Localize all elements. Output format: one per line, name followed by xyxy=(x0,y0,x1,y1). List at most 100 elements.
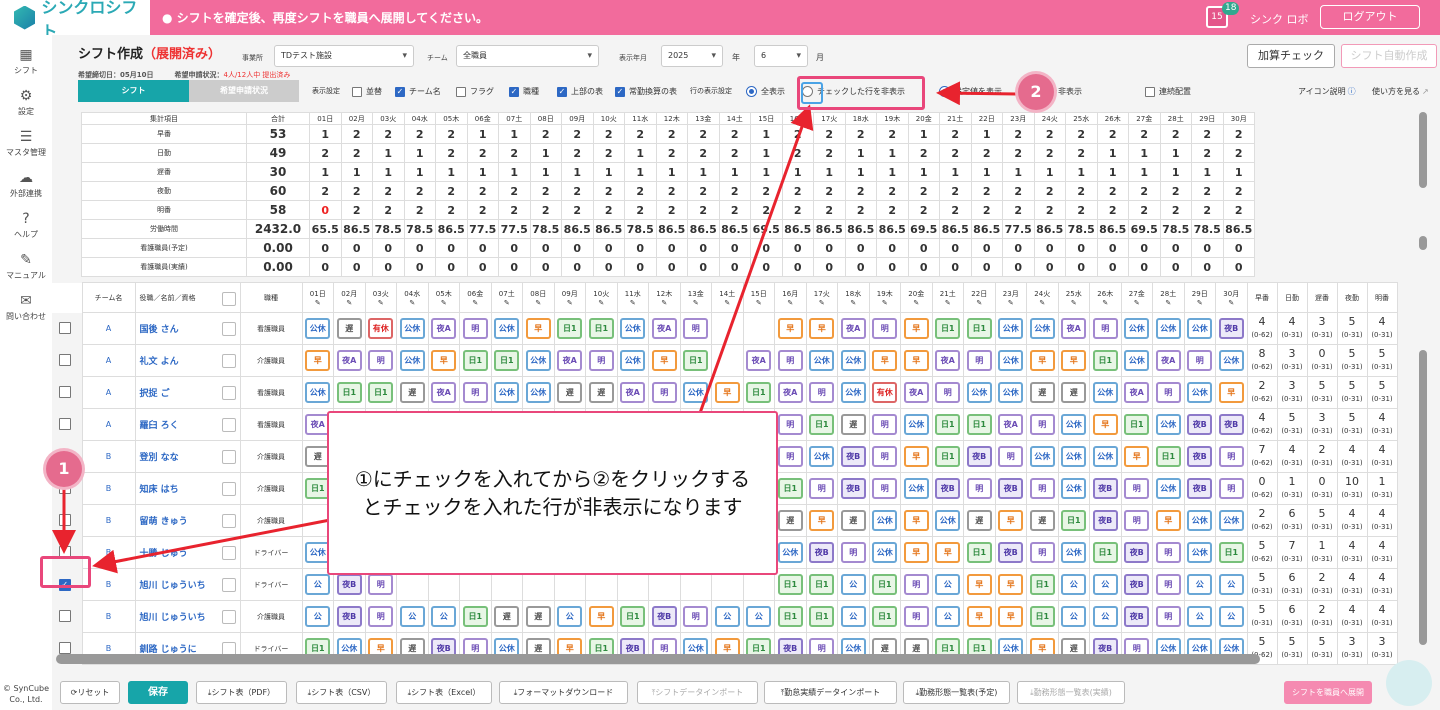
opt-fulltime[interactable]: ✓ 常勤換算の表 xyxy=(615,86,677,97)
shift-cell[interactable]: 夜A xyxy=(648,312,681,345)
shift-cell[interactable]: 明 xyxy=(1152,568,1185,601)
day-header[interactable]: 05木 ✎ xyxy=(427,282,460,313)
shift-cell[interactable]: 日1 xyxy=(1120,408,1153,441)
day-header[interactable]: 12木 ✎ xyxy=(648,282,681,313)
staff-name[interactable]: 礼文 よん xyxy=(134,344,241,377)
day-header[interactable]: 02月 ✎ xyxy=(333,282,366,313)
day-header[interactable]: 13金 ✎ xyxy=(679,282,712,313)
day-header[interactable]: 26木 ✎ xyxy=(1089,282,1122,313)
list-plan-button[interactable]: ⤓勤務形態一覧表(予定) xyxy=(903,681,1010,704)
opt-consec[interactable]: 連続配置 xyxy=(1145,86,1191,97)
shift-cell[interactable]: 明 xyxy=(868,312,901,345)
shift-cell[interactable]: 日1 xyxy=(963,536,996,569)
shift-cell[interactable]: 夜B xyxy=(1120,568,1153,601)
shift-cell[interactable]: 有休 xyxy=(364,312,397,345)
shift-cell[interactable]: 公 xyxy=(1215,600,1248,633)
shift-cell[interactable]: 夜A xyxy=(1152,344,1185,377)
shift-cell[interactable]: 公 xyxy=(1183,600,1216,633)
shift-cell[interactable]: 夜A xyxy=(1057,312,1090,345)
opt-team[interactable]: ✓ チーム名 xyxy=(395,86,441,97)
shift-cell[interactable]: 夜B xyxy=(1089,504,1122,537)
shift-cell[interactable]: 早 xyxy=(1057,344,1090,377)
shift-cell[interactable]: 公休 xyxy=(679,376,712,409)
shift-cell[interactable]: 日1 xyxy=(868,600,901,633)
shift-cell[interactable]: 日1 xyxy=(868,568,901,601)
shift-cell[interactable]: 日1 xyxy=(679,344,712,377)
shift-cell[interactable]: 公 xyxy=(931,600,964,633)
shift-cell[interactable]: 早 xyxy=(805,312,838,345)
import-button[interactable]: ⤒シフトデータインポート xyxy=(637,681,758,704)
shift-cell[interactable]: 明 xyxy=(774,408,807,441)
tab-request[interactable]: 希望申請状況 xyxy=(189,80,299,102)
day-header[interactable]: 28土 ✎ xyxy=(1152,282,1185,313)
shift-cell[interactable]: 日1 xyxy=(459,600,492,633)
shift-cell[interactable]: 早 xyxy=(1152,504,1185,537)
show-all-radio[interactable] xyxy=(746,86,757,97)
opt-top-table[interactable]: ✓ 上部の表 xyxy=(557,86,603,97)
shift-cell[interactable]: 公休 xyxy=(1183,376,1216,409)
shift-cell[interactable]: 公 xyxy=(837,600,870,633)
shift-cell[interactable]: 公 xyxy=(1215,568,1248,601)
day-header[interactable]: 01日 ✎ xyxy=(301,282,334,313)
shift-cell[interactable]: 明 xyxy=(805,376,838,409)
shift-cell[interactable]: 日1 xyxy=(553,312,586,345)
shift-cell[interactable]: 公 xyxy=(931,568,964,601)
auto-create-button[interactable]: シフト自動作成 xyxy=(1341,44,1437,68)
shift-cell[interactable]: 夜B xyxy=(837,440,870,473)
day-header[interactable]: 18水 ✎ xyxy=(837,282,870,313)
shift-cell[interactable]: 公休 xyxy=(1183,312,1216,345)
reset-button[interactable]: ⟳リセット xyxy=(60,681,120,704)
shift-cell[interactable]: 早 xyxy=(868,344,901,377)
name-col-header[interactable]: 役職／名前／資格 xyxy=(134,282,241,313)
shift-cell[interactable]: 遅 xyxy=(837,408,870,441)
shift-cell[interactable]: 公休 xyxy=(900,408,933,441)
show-set-radio[interactable] xyxy=(939,86,950,97)
shift-cell[interactable]: 夜B xyxy=(1183,472,1216,505)
format-download-button[interactable]: ⤓フォーマットダウンロード xyxy=(499,681,628,704)
save-button[interactable]: 保存 xyxy=(128,681,188,704)
shift-cell[interactable]: 夜B xyxy=(333,600,366,633)
shift-cell[interactable]: 公 xyxy=(837,568,870,601)
shift-cell[interactable]: 公休 xyxy=(1152,312,1185,345)
shift-cell[interactable]: 日1 xyxy=(774,568,807,601)
shift-cell[interactable]: 日1 xyxy=(1089,536,1122,569)
import-actual-button[interactable]: ⤒勤怠実績データインポート xyxy=(764,681,897,704)
shift-cell[interactable]: 夜B xyxy=(1120,536,1153,569)
shift-cell[interactable]: 早 xyxy=(648,344,681,377)
shift-cell[interactable]: 日1 xyxy=(1026,600,1059,633)
day-header[interactable]: 10火 ✎ xyxy=(585,282,618,313)
shift-cell[interactable]: 遅 xyxy=(1026,504,1059,537)
shift-cell[interactable]: 明 xyxy=(931,376,964,409)
shift-cell[interactable]: 遅 xyxy=(1057,376,1090,409)
shift-cell[interactable]: 公休 xyxy=(805,344,838,377)
day-header[interactable]: 27金 ✎ xyxy=(1120,282,1153,313)
shift-cell[interactable]: 明 xyxy=(963,472,996,505)
shift-cell[interactable]: 日1 xyxy=(333,376,366,409)
shift-cell[interactable]: 夜B xyxy=(1215,312,1248,345)
shift-cell[interactable]: 公休 xyxy=(616,312,649,345)
shift-cell[interactable]: 公 xyxy=(396,600,429,633)
shift-cell[interactable]: 明 xyxy=(994,440,1027,473)
shift-cell[interactable]: 明 xyxy=(805,472,838,505)
shift-cell[interactable]: 公休 xyxy=(616,344,649,377)
shift-cell[interactable]: 公休 xyxy=(868,504,901,537)
shift-cell[interactable]: 夜B xyxy=(1120,600,1153,633)
shift-cell[interactable]: 公休 xyxy=(1120,312,1153,345)
shift-cell[interactable]: 公休 xyxy=(522,376,555,409)
shift-cell[interactable]: 明 xyxy=(868,440,901,473)
shift-cell[interactable]: 夜A xyxy=(900,376,933,409)
consec-checkbox[interactable] xyxy=(1145,86,1155,97)
shift-cell[interactable]: 公休 xyxy=(396,344,429,377)
shift-cell[interactable]: 明 xyxy=(648,376,681,409)
shift-cell[interactable]: 夜A xyxy=(742,344,775,377)
shift-cell[interactable]: 公休 xyxy=(1215,344,1248,377)
shift-cell[interactable]: 明 xyxy=(1089,312,1122,345)
opt-job[interactable]: ✓ 職種 xyxy=(509,86,539,97)
shift-cell[interactable]: 明 xyxy=(1120,472,1153,505)
month-select[interactable]: 6 xyxy=(754,45,808,67)
day-header[interactable]: 23月 ✎ xyxy=(994,282,1027,313)
shift-cell[interactable]: 日1 xyxy=(1026,568,1059,601)
shift-cell[interactable]: 公休 xyxy=(837,376,870,409)
flag-checkbox[interactable] xyxy=(456,86,466,97)
day-header[interactable]: 07土 ✎ xyxy=(490,282,523,313)
